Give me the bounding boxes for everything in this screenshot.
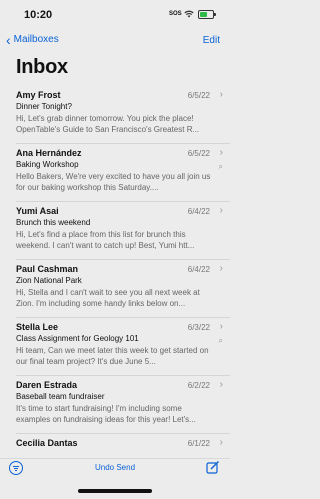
- chevron-right-icon: ›: [219, 89, 223, 100]
- home-indicator: [78, 489, 152, 493]
- email-sender: Amy Frost: [16, 90, 61, 100]
- attachment-icon: ⌕: [218, 162, 223, 171]
- email-date: 6/1/22: [187, 439, 210, 448]
- email-subject: Baseball team fundraiser: [16, 392, 105, 401]
- status-time: 10:20: [24, 9, 53, 21]
- chevron-right-icon: ›: [219, 205, 223, 216]
- chevron-right-icon: ›: [219, 263, 223, 274]
- status-bar: 10:20 SOS: [0, 0, 230, 30]
- sos-indicator: SOS: [169, 11, 182, 17]
- wifi-icon: [184, 10, 194, 18]
- email-preview: Hello Bakers, We're very excited to have…: [16, 172, 211, 192]
- chevron-right-icon: ›: [219, 321, 223, 332]
- email-sender: Cecilia Dantas: [16, 438, 78, 448]
- email-date: 6/3/22: [187, 323, 210, 332]
- chevron-right-icon: ›: [219, 437, 223, 448]
- compose-icon[interactable]: [206, 460, 220, 474]
- undo-send-button[interactable]: Undo Send: [0, 463, 230, 472]
- email-subject: Baking Workshop: [16, 160, 79, 169]
- email-sender: Stella Lee: [16, 322, 59, 332]
- email-preview: Hi, Stella and I can't wait to see you a…: [16, 288, 200, 308]
- email-subject: Zion National Park: [16, 276, 82, 285]
- email-row[interactable]: Ana Hernández 6/5/22 › ⌕ Baking Workshop…: [0, 144, 230, 202]
- email-row[interactable]: Stella Lee 6/3/22 › ⌕ Class Assignment f…: [0, 318, 230, 376]
- email-date: 6/2/22: [187, 381, 210, 390]
- email-sender: Paul Cashman: [16, 264, 79, 274]
- email-row[interactable]: Paul Cashman 6/4/22 › Zion National Park…: [0, 260, 230, 318]
- email-preview: It's time to start fundraising! I'm incl…: [16, 404, 196, 424]
- chevron-left-icon: ‹: [6, 31, 11, 48]
- page-title: Inbox: [16, 56, 68, 78]
- email-preview: Hi, Let's find a place from this list fo…: [16, 230, 195, 250]
- email-preview: Hi, Let's grab dinner tomorrow. You pick…: [16, 114, 200, 134]
- email-list[interactable]: Amy Frost 6/5/22 › Dinner Tonight? Hi, L…: [0, 86, 230, 458]
- email-row[interactable]: Cecilia Dantas 6/1/22 ›: [0, 434, 230, 458]
- email-subject: Class Assignment for Geology 101: [16, 334, 139, 343]
- chevron-right-icon: ›: [219, 379, 223, 390]
- email-date: 6/4/22: [187, 207, 210, 216]
- email-subject: Brunch this weekend: [16, 218, 91, 227]
- email-date: 6/5/22: [187, 91, 210, 100]
- battery-icon: [198, 10, 216, 19]
- email-preview: Hi team, Can we meet later this week to …: [16, 346, 209, 366]
- email-row[interactable]: Amy Frost 6/5/22 › Dinner Tonight? Hi, L…: [0, 86, 230, 144]
- email-row[interactable]: Daren Estrada 6/2/22 › Baseball team fun…: [0, 376, 230, 434]
- email-subject: Dinner Tonight?: [16, 102, 72, 111]
- attachment-icon: ⌕: [218, 336, 223, 345]
- chevron-right-icon: ›: [219, 147, 223, 158]
- edit-button[interactable]: Edit: [203, 35, 220, 46]
- email-row[interactable]: Yumi Asai 6/4/22 › Brunch this weekend H…: [0, 202, 230, 260]
- email-sender: Daren Estrada: [16, 380, 78, 390]
- back-label: Mailboxes: [13, 34, 59, 45]
- email-date: 6/5/22: [187, 149, 210, 158]
- mailboxes-back-button[interactable]: ‹ Mailboxes: [6, 31, 59, 48]
- email-date: 6/4/22: [187, 265, 210, 274]
- email-sender: Yumi Asai: [16, 206, 59, 216]
- nav-bar: ‹ Mailboxes Edit: [0, 30, 230, 52]
- email-sender: Ana Hernández: [16, 148, 82, 158]
